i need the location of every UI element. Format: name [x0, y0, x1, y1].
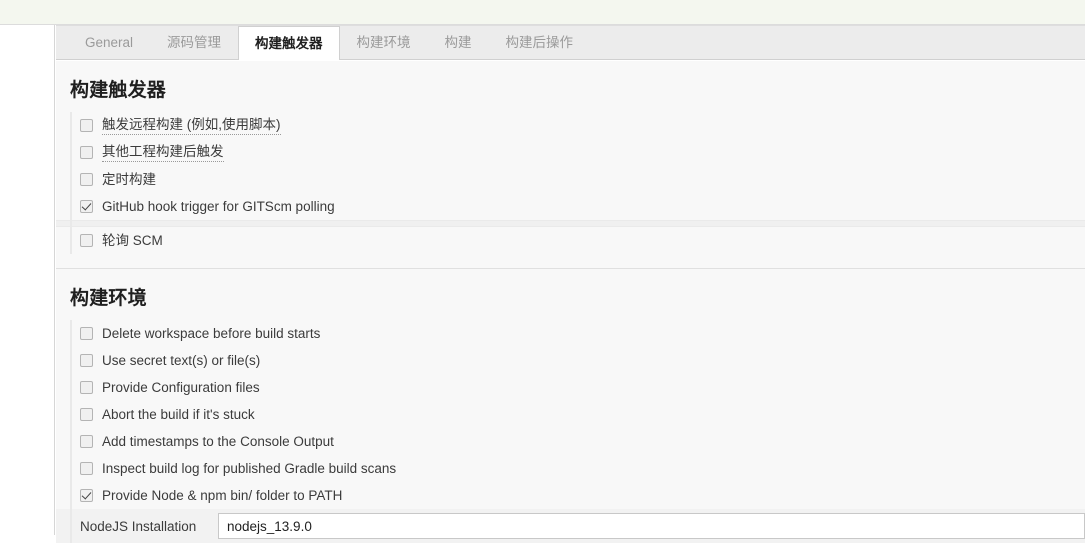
option-separator-band	[56, 220, 1085, 227]
tab-build-environment[interactable]: 构建环境	[340, 26, 428, 60]
left-gutter	[0, 25, 55, 535]
nodejs-installation-value: nodejs_13.9.0	[227, 518, 312, 534]
tab-build[interactable]: 构建	[428, 26, 489, 60]
checkbox-provide-configuration-files[interactable]	[80, 381, 93, 394]
config-tab-bar: General 源码管理 构建触发器 构建环境 构建 构建后操作	[56, 25, 1085, 61]
tab-general[interactable]: General	[68, 26, 150, 60]
checkbox-poll-scm[interactable]	[80, 234, 93, 247]
option-use-secret-text-or-file-label: Use secret text(s) or file(s)	[102, 352, 261, 368]
option-trigger-remote-build[interactable]: 触发远程构建 (例如,使用脚本)	[70, 112, 1085, 139]
checkbox-provide-node-npm-path[interactable]	[80, 489, 93, 502]
checkbox-build-periodically[interactable]	[80, 173, 93, 186]
option-trigger-remote-build-label: 触发远程构建 (例如,使用脚本)	[102, 117, 281, 135]
option-github-hook-trigger-label: GitHub hook trigger for GITScm polling	[102, 198, 335, 214]
checkbox-add-timestamps[interactable]	[80, 435, 93, 448]
option-inspect-gradle-build-scans-label: Inspect build log for published Gradle b…	[102, 460, 397, 476]
option-add-timestamps[interactable]: Add timestamps to the Console Output	[70, 428, 1085, 455]
tab-source-management[interactable]: 源码管理	[150, 26, 238, 60]
option-build-after-other-projects[interactable]: 其他工程构建后触发	[70, 139, 1085, 166]
option-abort-build-if-stuck[interactable]: Abort the build if it's stuck	[70, 401, 1085, 428]
checkbox-delete-workspace[interactable]	[80, 327, 93, 340]
tab-build-triggers[interactable]: 构建触发器	[238, 26, 340, 61]
section-build-environment-title: 构建环境	[70, 288, 147, 309]
option-provide-configuration-files[interactable]: Provide Configuration files	[70, 374, 1085, 401]
option-provide-node-npm-path-label: Provide Node & npm bin/ folder to PATH	[102, 487, 343, 503]
option-delete-workspace[interactable]: Delete workspace before build starts	[70, 320, 1085, 347]
config-body: 构建触发器 触发远程构建 (例如,使用脚本) 其他工程构建后触发 定时构建 Gi…	[56, 60, 1085, 543]
checkbox-abort-build-if-stuck[interactable]	[80, 408, 93, 421]
tab-source-management-label: 源码管理	[167, 35, 222, 50]
tab-post-build-actions-label: 构建后操作	[505, 35, 574, 50]
nodejs-installation-select[interactable]: nodejs_13.9.0	[218, 513, 1085, 539]
checkbox-inspect-gradle-build-scans[interactable]	[80, 462, 93, 475]
tab-build-triggers-label: 构建触发器	[255, 36, 323, 51]
checkbox-trigger-remote-build[interactable]	[80, 119, 93, 132]
section-build-environment: 构建环境 Delete workspace before build start…	[56, 269, 1085, 543]
option-build-periodically-label: 定时构建	[102, 171, 156, 187]
tab-build-environment-label: 构建环境	[356, 35, 411, 50]
build-environment-option-group: Delete workspace before build starts Use…	[56, 320, 1085, 543]
option-poll-scm-label: 轮询 SCM	[102, 232, 163, 248]
option-abort-build-if-stuck-label: Abort the build if it's stuck	[102, 406, 255, 422]
option-delete-workspace-label: Delete workspace before build starts	[102, 325, 321, 341]
option-poll-scm[interactable]: 轮询 SCM	[70, 227, 1085, 254]
option-use-secret-text-or-file[interactable]: Use secret text(s) or file(s)	[70, 347, 1085, 374]
tab-general-label: General	[85, 35, 134, 50]
tab-build-label: 构建	[444, 35, 472, 50]
nodejs-installation-label: NodeJS Installation	[80, 518, 197, 534]
option-provide-configuration-files-label: Provide Configuration files	[102, 379, 260, 395]
checkbox-github-hook-trigger[interactable]	[80, 200, 93, 213]
checkbox-use-secret-text-or-file[interactable]	[80, 354, 93, 367]
option-inspect-gradle-build-scans[interactable]: Inspect build log for published Gradle b…	[70, 455, 1085, 482]
checkbox-build-after-other-projects[interactable]	[80, 146, 93, 159]
option-build-after-other-projects-label: 其他工程构建后触发	[102, 144, 224, 162]
section-build-triggers: 构建触发器 触发远程构建 (例如,使用脚本) 其他工程构建后触发 定时构建 Gi…	[56, 61, 1085, 268]
section-build-triggers-title: 构建触发器	[70, 80, 167, 101]
option-build-periodically[interactable]: 定时构建	[70, 166, 1085, 193]
option-provide-node-npm-path[interactable]: Provide Node & npm bin/ folder to PATH	[70, 482, 1085, 509]
option-github-hook-trigger[interactable]: GitHub hook trigger for GITScm polling	[70, 193, 1085, 220]
option-add-timestamps-label: Add timestamps to the Console Output	[102, 433, 334, 449]
build-triggers-option-group: 触发远程构建 (例如,使用脚本) 其他工程构建后触发 定时构建 GitHub h…	[56, 112, 1085, 254]
tab-post-build-actions[interactable]: 构建后操作	[489, 26, 591, 60]
nodejs-installation-row: NodeJS Installation nodejs_13.9.0	[56, 509, 1085, 543]
job-config-panel: General 源码管理 构建触发器 构建环境 构建 构建后操作 构建触发器 触…	[56, 25, 1085, 543]
top-banner-strip	[0, 0, 1085, 25]
